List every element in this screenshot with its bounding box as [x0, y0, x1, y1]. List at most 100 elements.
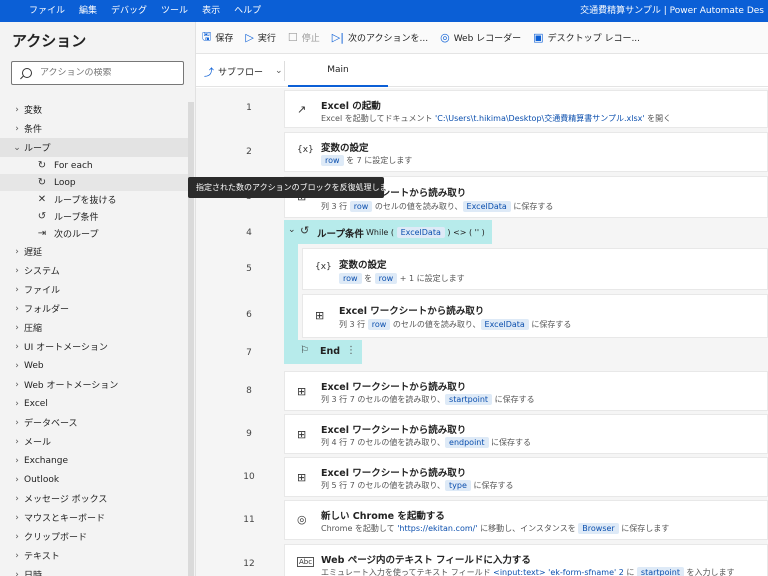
tree-item-compression[interactable]: › 圧縮 — [0, 318, 188, 337]
chevron-right-icon: › — [15, 398, 19, 409]
action-search-input[interactable] — [40, 68, 180, 78]
tree-item-label: Web — [24, 360, 44, 371]
action-populate-text-field[interactable]: Abc Web ページ内のテキスト フィールドに入力する エミュレート入力を使っ… — [284, 544, 768, 576]
url-value: 'https://ekitan.com/' — [397, 524, 478, 533]
desc-text: ) <> ( '' ) — [444, 228, 485, 237]
menu-edit[interactable]: 編集 — [72, 0, 104, 22]
desc-text: 列 3 行 — [339, 320, 368, 329]
flow-row: 10 ⊞ Excel ワークシートから読み取り 列 5 行 7 のセルの値を読み… — [196, 457, 768, 497]
line-number: 9 — [246, 429, 252, 439]
sidebar-scrollbar[interactable] — [188, 102, 194, 576]
action-description: エミュレート入力を使ってテキスト フィールド <input:text> 'ek-… — [321, 567, 735, 576]
tree-item-datetime[interactable]: › 日時 — [0, 565, 188, 576]
tree-item-label: Web オートメーション — [24, 381, 119, 391]
desc-text: を — [361, 274, 375, 283]
tree-item-ui-automation[interactable]: › UI オートメーション — [0, 337, 188, 356]
tree-item-system[interactable]: › システム — [0, 261, 188, 280]
tree-item-loops[interactable]: ⌄ ループ — [0, 138, 188, 157]
excel-icon: ⊞ — [315, 309, 325, 322]
tab-main[interactable]: Main — [288, 55, 388, 87]
action-launch-chrome[interactable]: ◎ 新しい Chrome を起動する Chrome を起動して 'https:/… — [284, 500, 768, 540]
flow-row: 12 Abc Web ページ内のテキスト フィールドに入力する エミュレート入力… — [196, 544, 768, 576]
tree-item-web[interactable]: › Web — [0, 356, 188, 375]
action-set-variable[interactable]: {x} 変数の設定 row を row + 1 に設定します — [302, 248, 768, 290]
flow-row: 5 {x} 変数の設定 row を row + 1 に設定します — [196, 248, 768, 290]
tree-item-clipboard[interactable]: › クリップボード — [0, 527, 188, 546]
loop-condition-icon: ↺ — [300, 224, 310, 237]
tab-main-label: Main — [327, 65, 349, 75]
menu-view[interactable]: 表示 — [195, 0, 227, 22]
variable-pill: row — [349, 201, 373, 212]
action-title: Web ページ内のテキスト フィールドに入力する — [321, 555, 531, 566]
action-title: Excel ワークシートから読み取り — [321, 382, 467, 393]
line-number: 1 — [246, 103, 252, 113]
flow-row: 6 ⊞ Excel ワークシートから読み取り 列 3 行 row のセルの値を読… — [196, 294, 768, 338]
tree-item-outlook[interactable]: › Outlook — [0, 470, 188, 489]
tree-item-conditionals[interactable]: › 条件 — [0, 119, 188, 138]
action-loop-condition[interactable]: ⌄ ↺ ループ条件 While ( ExcelData ) <> ( '' ) — [284, 220, 492, 244]
tree-child-loop-condition[interactable]: ↺ ループ条件 — [0, 208, 188, 225]
save-button[interactable]: 🖫 保存 — [202, 28, 233, 47]
desc-text: のセルの値を読み取り、 — [390, 320, 481, 329]
desc-text: を開く — [644, 114, 672, 123]
action-excel-read[interactable]: ⊞ Excel ワークシートから読み取り 列 3 行 7 のセルの値を読み取り、… — [284, 371, 768, 411]
desc-text: に保存する — [528, 320, 572, 329]
menu-debug[interactable]: デバッグ — [104, 0, 154, 22]
chevron-right-icon: › — [15, 512, 19, 523]
tree-item-message-box[interactable]: › メッセージ ボックス — [0, 489, 188, 508]
run-next-action-button[interactable]: ▷| 次のアクションを... — [332, 31, 428, 44]
tree-item-excel[interactable]: › Excel — [0, 394, 188, 413]
tree-item-wait[interactable]: › 遅延 — [0, 242, 188, 261]
action-excel-read[interactable]: ⊞ Excel ワークシートから読み取り 列 4 行 7 のセルの値を読み取り、… — [284, 414, 768, 454]
desktop-recorder-button[interactable]: ▣ デスクトップ レコー... — [533, 31, 640, 44]
action-excel-read[interactable]: ⊞ Excel ワークシートから読み取り 列 5 行 7 のセルの値を読み取り、… — [284, 457, 768, 497]
menu-tools[interactable]: ツール — [154, 0, 195, 22]
action-search-box[interactable] — [11, 61, 184, 85]
desc-text: 列 3 行 7 のセルの値を読み取り、 — [321, 395, 446, 404]
chevron-right-icon: › — [15, 493, 19, 504]
action-excel-launch[interactable]: ↗ Excel の起動 Excel を起動してドキュメント 'C:\Users\… — [284, 90, 768, 128]
chevron-right-icon: › — [15, 123, 19, 134]
desc-text: + 1 に設定します — [397, 274, 465, 283]
chevron-right-icon: › — [15, 303, 19, 314]
tree-item-folder[interactable]: › フォルダー — [0, 299, 188, 318]
desktop-recorder-label: デスクトップ レコー... — [547, 34, 641, 44]
tree-item-web-automation[interactable]: › Web オートメーション — [0, 375, 188, 394]
tree-item-database[interactable]: › データベース — [0, 413, 188, 432]
more-options-icon[interactable]: ⋮ — [346, 345, 356, 356]
run-button[interactable]: ▷ 実行 — [245, 31, 275, 44]
excel-icon: ⊞ — [297, 385, 307, 398]
tree-item-exchange[interactable]: › Exchange — [0, 451, 188, 470]
tree-child-loop[interactable]: ↻ Loop — [0, 174, 188, 191]
flow-designer: 1 ↗ Excel の起動 Excel を起動してドキュメント 'C:\User… — [196, 88, 768, 576]
action-description: Chrome を起動して 'https://ekitan.com/' に移動し、… — [321, 523, 669, 534]
stop-button[interactable]: ☐ 停止 — [288, 31, 320, 44]
action-title: ループ条件 — [317, 229, 364, 240]
tree-item-text[interactable]: › テキスト — [0, 546, 188, 565]
loop-icon: ↻ — [37, 177, 47, 188]
tree-item-label: データベース — [24, 419, 78, 429]
chevron-right-icon: › — [15, 341, 19, 352]
web-recorder-button[interactable]: ◎ Web レコーダー — [440, 31, 521, 44]
loop-icon: ↻ — [37, 160, 47, 171]
flow-row: 9 ⊞ Excel ワークシートから読み取り 列 4 行 7 のセルの値を読み取… — [196, 414, 768, 454]
tree-child-next-loop[interactable]: ⇥ 次のループ — [0, 225, 188, 242]
tree-item-email[interactable]: › メール — [0, 432, 188, 451]
menu-file[interactable]: ファイル — [22, 0, 72, 22]
subflows-dropdown[interactable]: ⤴ サブフロー ⌄ — [204, 55, 283, 87]
tree-item-variables[interactable]: › 変数 — [0, 100, 188, 119]
variable-pill: ExcelData — [396, 227, 445, 238]
tree-child-for-each[interactable]: ↻ For each — [0, 157, 188, 174]
action-description: While ( ExcelData ) <> ( '' ) — [366, 227, 485, 238]
menu-help[interactable]: ヘルプ — [227, 0, 268, 22]
element-selector: 'ek-form-sfname' 2 — [545, 568, 627, 576]
tree-child-exit-loop[interactable]: ✕ ループを抜ける — [0, 191, 188, 208]
run-next-action-label: 次のアクションを... — [347, 34, 429, 44]
tree-item-mouse-keyboard[interactable]: › マウスとキーボード — [0, 508, 188, 527]
action-title: 新しい Chrome を起動する — [321, 511, 445, 522]
action-end[interactable]: ⚐ End ⋮ — [284, 340, 362, 364]
action-excel-read[interactable]: ⊞ Excel ワークシートから読み取り 列 3 行 row のセルの値を読み取… — [302, 294, 768, 338]
variable-pill: ExcelData — [462, 201, 511, 212]
tree-item-file[interactable]: › ファイル — [0, 280, 188, 299]
action-set-variable[interactable]: {x} 変数の設定 row を 7 に設定します — [284, 132, 768, 172]
